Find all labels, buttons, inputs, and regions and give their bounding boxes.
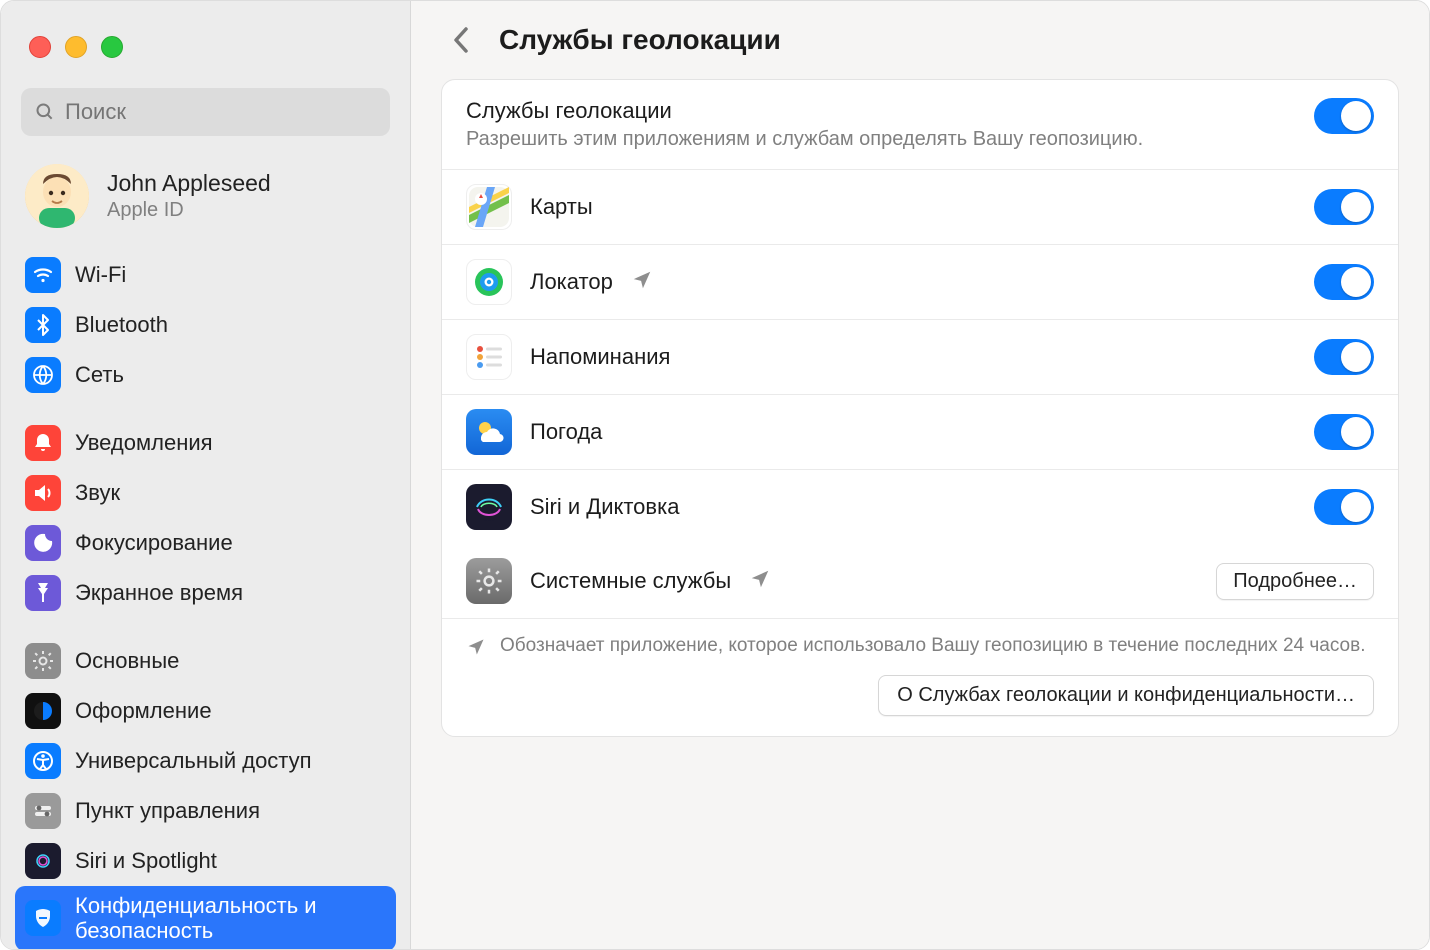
app-row-maps: Карты (442, 170, 1398, 245)
app-row-weather: Погода (442, 395, 1398, 470)
search-field[interactable] (21, 88, 390, 136)
sidebar-item-label: Уведомления (75, 430, 213, 455)
location-services-panel: Службы геолокации Разрешить этим приложе… (441, 79, 1399, 737)
back-button[interactable] (445, 23, 479, 57)
app-toggle-findmy[interactable] (1314, 264, 1374, 300)
app-row-findmy: Локатор (442, 245, 1398, 320)
app-label: Напоминания (530, 344, 670, 370)
location-services-master-toggle[interactable] (1314, 98, 1374, 134)
app-label: Карты (530, 194, 593, 220)
app-row-siri: Siri и Диктовка (442, 470, 1398, 544)
sidebar-item-label: Основные (75, 648, 179, 673)
app-row-reminders: Напоминания (442, 320, 1398, 395)
location-indicator-icon (466, 637, 486, 663)
sidebar-item-label: Пункт управления (75, 798, 260, 823)
sidebar-item-general[interactable]: Основные (15, 636, 396, 686)
sidebar-item-bluetooth[interactable]: Bluetooth (15, 300, 396, 350)
sidebar-item-label: Сеть (75, 362, 124, 387)
sidebar-item-label: Экранное время (75, 580, 243, 605)
window-close-button[interactable] (29, 36, 51, 58)
sidebar-item-screentime[interactable]: Экранное время (15, 568, 396, 618)
sidebar-item-privacy[interactable]: Конфиденциальность и безопасность (15, 886, 396, 949)
app-toggle-reminders[interactable] (1314, 339, 1374, 375)
location-indicator-icon (631, 269, 653, 296)
sidebar-item-notifications[interactable]: Уведомления (15, 418, 396, 468)
app-label: Локатор (530, 269, 613, 295)
panel-title: Службы геолокации (466, 98, 1294, 124)
sidebar-item-appearance[interactable]: Оформление (15, 686, 396, 736)
app-toggle-maps[interactable] (1314, 189, 1374, 225)
sidebar-item-label: Звук (75, 480, 120, 505)
sidebar-item-accessibility[interactable]: Универсальный доступ (15, 736, 396, 786)
panel-subtitle: Разрешить этим приложениям и службам опр… (466, 128, 1294, 151)
window-maximize-button[interactable] (101, 36, 123, 58)
account-row[interactable]: John Appleseed Apple ID (1, 142, 410, 246)
sidebar-item-label: Wi-Fi (75, 262, 126, 287)
footnote-text: Обозначает приложение, которое использов… (500, 635, 1366, 657)
sidebar-item-sound[interactable]: Звук (15, 468, 396, 518)
chevron-left-icon (452, 25, 472, 55)
avatar (25, 164, 89, 228)
app-toggle-weather[interactable] (1314, 414, 1374, 450)
page-title: Службы геолокации (499, 24, 781, 56)
app-label: Погода (530, 419, 602, 445)
sidebar-item-label: Универсальный доступ (75, 748, 312, 773)
sidebar-item-wifi[interactable]: Wi-Fi (15, 250, 396, 300)
sidebar-item-label: Оформление (75, 698, 212, 723)
app-toggle-siri[interactable] (1314, 489, 1374, 525)
search-icon (35, 102, 55, 122)
about-location-privacy-button[interactable]: О Службах геолокации и конфиденциальност… (878, 675, 1374, 716)
system-services-details-button[interactable]: Подробнее… (1216, 563, 1374, 600)
system-services-label: Системные службы (530, 568, 731, 594)
account-sub: Apple ID (107, 199, 271, 222)
sidebar-item-controlcenter[interactable]: Пункт управления (15, 786, 396, 836)
location-indicator-icon (749, 568, 771, 595)
sidebar-item-siri[interactable]: Siri и Spotlight (15, 836, 396, 886)
sidebar-item-label: Конфиденциальность и безопасность (75, 893, 386, 944)
search-input[interactable] (65, 99, 376, 125)
app-label: Siri и Диктовка (530, 494, 679, 520)
sidebar-item-label: Bluetooth (75, 312, 168, 337)
sidebar-item-label: Siri и Spotlight (75, 848, 217, 873)
system-services-icon (466, 558, 512, 604)
account-name: John Appleseed (107, 170, 271, 197)
sidebar-item-label: Фокусирование (75, 530, 233, 555)
window-minimize-button[interactable] (65, 36, 87, 58)
sidebar-item-focus[interactable]: Фокусирование (15, 518, 396, 568)
sidebar-item-network[interactable]: Сеть (15, 350, 396, 400)
